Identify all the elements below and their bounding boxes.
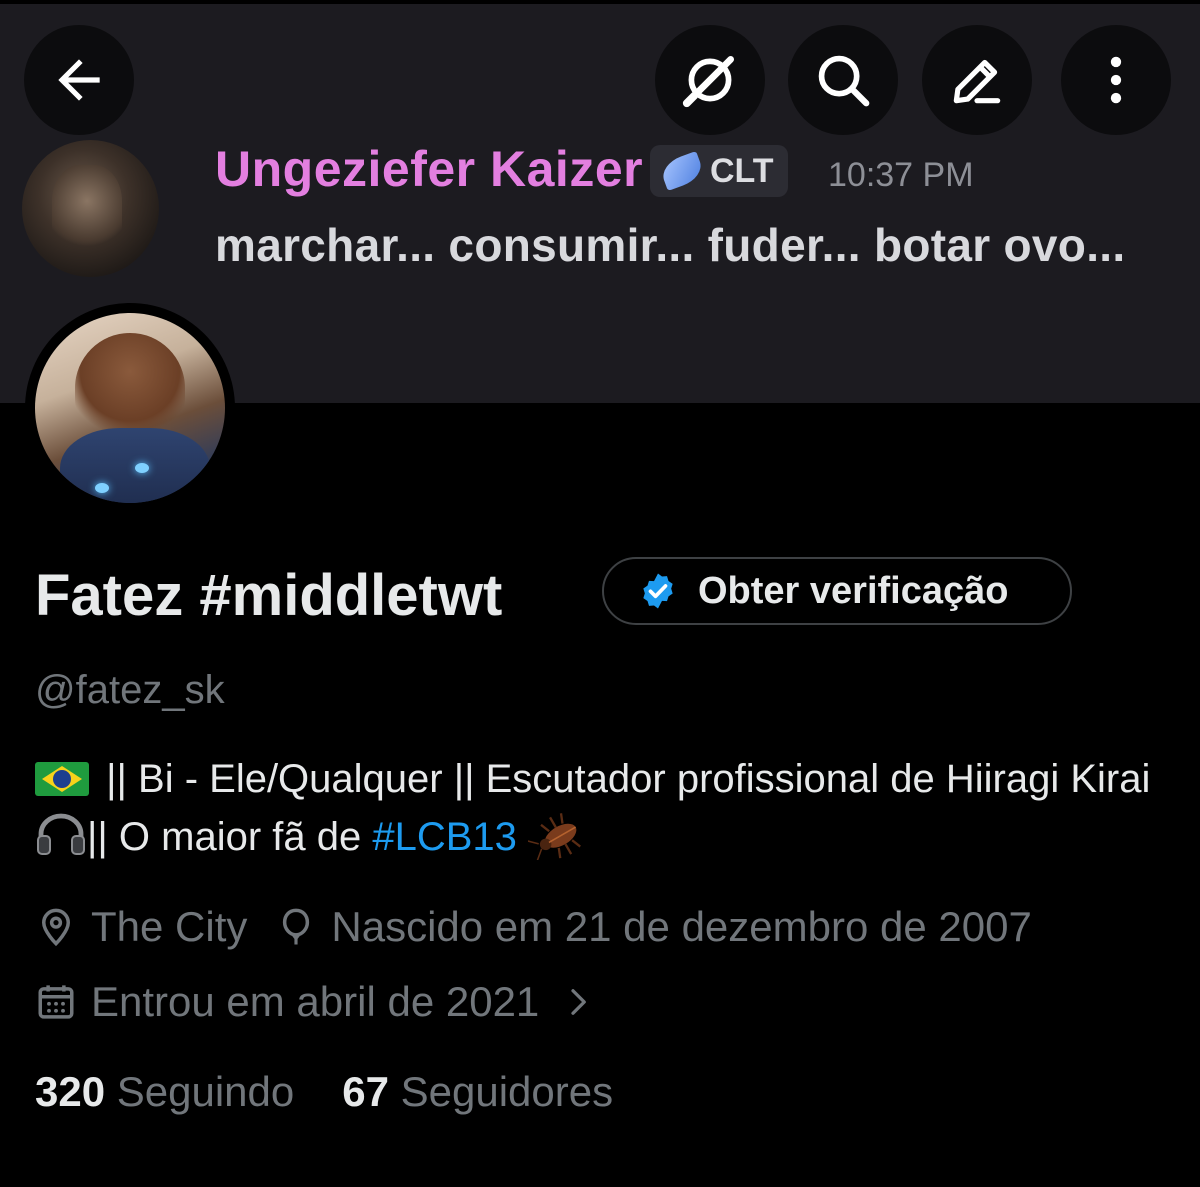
balloon-icon	[283, 908, 310, 945]
calendar-icon	[38, 985, 74, 1019]
bio-hashtag-link[interactable]: #LCB13	[372, 815, 517, 859]
status-strip	[0, 0, 1200, 4]
brazil-flag-icon	[35, 762, 89, 796]
edit-button[interactable]	[922, 25, 1032, 135]
tag-label: CLT	[710, 151, 774, 190]
avatar-image	[35, 313, 225, 503]
followers-link[interactable]: 67 Seguidores	[342, 1068, 613, 1116]
back-button[interactable]	[24, 25, 134, 135]
leaf-icon	[658, 151, 706, 191]
get-verified-button[interactable]: Obter verificação	[602, 557, 1072, 625]
headphones-icon	[37, 813, 85, 855]
birth-item: Nascido em 21 de dezembro de 2007	[275, 903, 1032, 951]
get-verified-label: Obter verificação	[698, 569, 1009, 612]
message-author-tag: CLT	[650, 145, 788, 197]
birth-text: Nascido em 21 de dezembro de 2007	[331, 903, 1032, 950]
following-link[interactable]: 320 Seguindo	[35, 1068, 294, 1116]
more-button[interactable]	[1061, 25, 1171, 135]
following-count: 320	[35, 1068, 106, 1115]
joined-row[interactable]: Entrou em abril de 2021	[35, 978, 607, 1026]
bio-text-1: || Bi - Ele/Qualquer || Escutador profis…	[106, 757, 1151, 801]
follow-stats: 320 Seguindo 67 Seguidores	[35, 1068, 661, 1116]
search-icon	[818, 55, 870, 107]
back-arrow-icon	[58, 59, 100, 101]
user-handle: @fatez_sk	[35, 668, 225, 712]
search-button[interactable]	[788, 25, 898, 135]
profile-meta-row-1: The City Nascido em 21 de dezembro de 20…	[35, 903, 1060, 951]
followers-label: Seguidores	[400, 1068, 614, 1115]
profile-bio: || Bi - Ele/Qualquer || Escutador profis…	[35, 750, 1165, 866]
joined-text: Entrou em abril de 2021	[91, 978, 540, 1025]
message-timestamp: 10:37 PM	[828, 156, 974, 194]
bio-text-2: || O maior fã de	[87, 815, 362, 859]
verified-badge-icon	[643, 573, 673, 609]
message-author-avatar	[22, 140, 159, 277]
cockroach-icon	[528, 813, 581, 860]
message-text: marchar... consumir... fuder... botar ov…	[215, 219, 1126, 271]
edit-icon	[953, 59, 1001, 104]
following-label: Seguindo	[116, 1068, 295, 1115]
location-item: The City	[35, 903, 247, 951]
grok-button[interactable]	[655, 25, 765, 135]
followers-count: 67	[342, 1068, 389, 1115]
profile-avatar[interactable]	[25, 303, 235, 513]
chevron-right-icon	[571, 989, 587, 1015]
grok-icon	[682, 55, 735, 108]
more-vertical-icon	[1110, 56, 1122, 104]
location-text: The City	[91, 903, 248, 950]
location-pin-icon	[41, 908, 71, 947]
display-name: Fatez #middletwt	[35, 563, 503, 628]
message-author-name: Ungeziefer Kaizer	[215, 141, 644, 197]
